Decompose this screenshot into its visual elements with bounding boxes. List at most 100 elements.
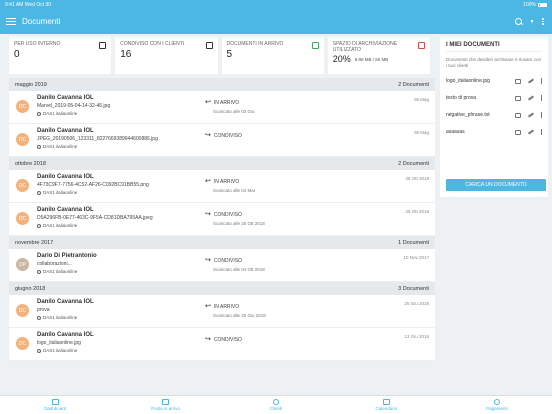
stat-internal-use[interactable]: PER USO INTERNO 0 <box>9 37 112 74</box>
status-time: 9:41 AM Wed Oct 30 <box>5 2 523 8</box>
my-document-item[interactable]: testo di prova <box>446 93 542 103</box>
status-date: Wed Oct 30 <box>24 1 52 8</box>
org-label: DAS1 italiaonline <box>37 190 77 195</box>
direction: ↪ CONDIVISO <box>205 336 242 343</box>
file-name: Marvel_2019-05-04-14-32-46.jpg <box>37 103 111 109</box>
sender-name: Danilo Cavanna IOL <box>37 207 94 213</box>
document-row[interactable]: DC Danilo Cavanna IOL logo_italiaonline.… <box>9 328 435 361</box>
more-options-icon[interactable] <box>542 17 544 26</box>
inbox-icon <box>311 42 319 49</box>
document-row[interactable]: DC Danilo Cavanna IOL 4F73C9F7-7756-4C52… <box>9 170 435 203</box>
stat-storage[interactable]: SPAZIO DI ARCHIVIAZIONE UTILIZZATO 20% 9… <box>327 37 430 74</box>
avatar: DC <box>16 212 29 225</box>
direction: ↩ IN ARRIVO <box>205 178 239 185</box>
tab-payments[interactable]: Pagamenti <box>442 396 552 414</box>
avatar: DC <box>16 179 29 192</box>
download-info: Scaricato alle 25 Giu 2018 <box>213 313 266 318</box>
org-name: DAS1 italiaonline <box>43 348 78 353</box>
stat-label: CONDIVISO CON I CLIENTI <box>120 41 185 47</box>
tab-inbox[interactable]: Posta in arrivo <box>110 396 220 414</box>
document-row[interactable]: DC Danilo Cavanna IOL D5A296FB-0E77-463C… <box>9 203 435 236</box>
stat-incoming-docs[interactable]: DOCUMENTI IN ARRIVO 5 <box>221 37 324 74</box>
share-icon[interactable] <box>514 78 521 84</box>
document-row[interactable]: DC Danilo Cavanna IOL JPEG_20190506_1233… <box>9 124 435 157</box>
stat-value: 0 <box>14 49 20 60</box>
download-info: Scaricato alle 04 Mar <box>213 188 256 193</box>
file-name: D5A296FB-0E77-463C-9F5A-CD81DBA795AA.jpe… <box>37 215 153 221</box>
avatar: DC <box>16 100 29 113</box>
panel-title: I MIEI DOCUMENTI <box>446 42 542 52</box>
sender-name: Dario Di Pietrantonio <box>37 253 97 259</box>
stat-label: DOCUMENTI IN ARRIVO <box>226 41 284 47</box>
file-name: collaborazioni... <box>37 261 72 267</box>
avatar: DC <box>16 337 29 350</box>
org-label: DAS1 italiaonline <box>37 111 77 116</box>
menu-icon[interactable] <box>6 17 16 26</box>
my-document-item[interactable]: negative_phrase.txt <box>446 110 542 120</box>
direction-label: IN ARRIVO <box>213 100 240 106</box>
direction-label: CONDIVISO <box>213 337 242 343</box>
tab-clients[interactable]: Clienti <box>221 396 331 414</box>
doc-date: 13 Giu 2018 <box>404 334 429 339</box>
org-name: DAS1 italiaonline <box>43 190 78 195</box>
stat-label: PER USO INTERNO <box>14 41 61 47</box>
edit-icon[interactable] <box>527 95 534 101</box>
doc-date: 25 Ott 2018 <box>405 209 429 214</box>
my-documents-panel: I MIEI DOCUMENTI Documenti che desideri … <box>440 37 548 197</box>
more-options-icon[interactable] <box>540 129 542 135</box>
doc-date: 06 Mag <box>413 97 429 102</box>
file-name: 4F73C9F7-7756-4C52-AF26-C092BC91BB55.png <box>37 182 149 188</box>
org-icon <box>37 190 41 195</box>
share-icon[interactable] <box>514 129 521 135</box>
share-icon[interactable] <box>514 112 521 118</box>
document-row[interactable]: DP Dario Di Pietrantonio collaborazioni.… <box>9 249 435 282</box>
archive-icon <box>418 42 425 49</box>
direction-label: CONDIVISO <box>213 258 242 264</box>
group-count: 3 Documenti <box>398 285 429 292</box>
stat-value: 16 <box>120 49 132 60</box>
share-icon[interactable] <box>514 95 521 101</box>
edit-icon[interactable] <box>527 112 534 118</box>
tab-dashboard[interactable]: Dashboard <box>0 396 110 414</box>
more-options-icon[interactable] <box>540 78 542 84</box>
share-arrow-icon: ↪ <box>205 336 211 343</box>
tab-label: Clienti <box>269 406 283 411</box>
my-document-item[interactable]: asaasas <box>446 127 542 137</box>
group-title: ottobre 2018 <box>15 160 46 167</box>
direction-label: IN ARRIVO <box>213 304 240 310</box>
group-header: giugno 2018 3 Documenti <box>9 282 435 295</box>
org-name: DAS1 italiaonline <box>43 111 78 116</box>
group-header: novembre 2017 1 Documenti <box>9 236 435 249</box>
battery-percent: 100% <box>523 1 536 8</box>
org-icon <box>37 223 41 228</box>
sender-name: Danilo Cavanna IOL <box>37 128 94 134</box>
edit-icon[interactable] <box>527 78 534 84</box>
more-options-icon[interactable] <box>540 95 542 101</box>
edit-icon[interactable] <box>527 129 534 135</box>
more-options-icon[interactable] <box>540 112 542 118</box>
doc-date: 10 Nov 2017 <box>403 255 429 260</box>
doc-date: 25 Giu 2018 <box>404 301 429 306</box>
battery-icon <box>538 2 547 7</box>
reply-arrow-icon: ↩ <box>205 178 211 185</box>
avatar: DC <box>16 304 29 317</box>
tab-label: Calendario <box>375 406 398 411</box>
sender-name: Danilo Cavanna IOL <box>37 174 94 180</box>
direction: ↪ CONDIVISO <box>205 257 242 264</box>
search-icon[interactable] <box>515 17 523 26</box>
document-row[interactable]: DC Danilo Cavanna IOL Marvel_2019-05-04-… <box>9 91 435 124</box>
tab-calendar[interactable]: Calendario <box>331 396 441 414</box>
upload-document-button[interactable]: CARICA UN DOCUMENTO <box>446 179 546 191</box>
sender-name: Danilo Cavanna IOL <box>37 332 94 338</box>
stat-shared-clients[interactable]: CONDIVISO CON I CLIENTI 16 <box>115 37 218 74</box>
app-bar: Documenti ▼ <box>0 9 552 34</box>
group-count: 1 Documenti <box>398 239 429 246</box>
sender-name: Danilo Cavanna IOL <box>37 299 94 305</box>
tab-label: Posta in arrivo <box>151 406 180 411</box>
avatar: DP <box>16 258 29 271</box>
status-bar: 9:41 AM Wed Oct 30 100% <box>0 0 552 9</box>
group-header: maggio 2019 2 Documenti <box>9 78 435 91</box>
chevron-down-icon[interactable]: ▼ <box>529 19 534 25</box>
document-row[interactable]: DC Danilo Cavanna IOL prova DAS1 italiao… <box>9 295 435 328</box>
my-document-item[interactable]: logo_italiaonline.jpg <box>446 76 542 86</box>
